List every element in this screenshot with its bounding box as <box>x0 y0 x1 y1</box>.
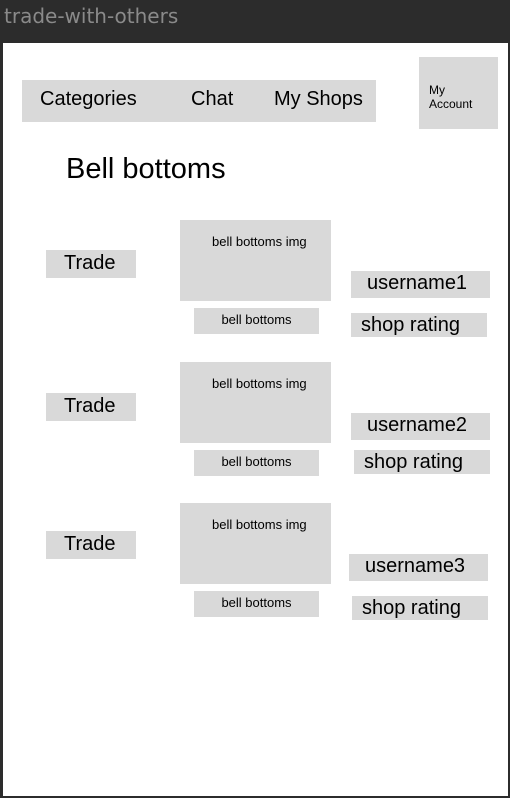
shop-rating-label: shop rating <box>362 597 461 619</box>
product-name: bell bottoms <box>221 454 292 469</box>
product-name-link[interactable]: bell bottoms <box>194 591 319 617</box>
product-image-placeholder: bell bottoms img <box>212 517 307 532</box>
trade-button-label: Trade <box>64 252 116 274</box>
top-nav-bar: Categories Chat My Shops <box>22 80 376 122</box>
shop-rating: shop rating <box>354 450 490 474</box>
seller-username-link[interactable]: username2 <box>351 413 490 440</box>
shop-rating-label: shop rating <box>364 451 463 473</box>
seller-username: username1 <box>367 272 468 294</box>
nav-item-categories[interactable]: Categories <box>40 88 137 111</box>
shop-rating-label: shop rating <box>361 314 460 336</box>
product-image[interactable]: bell bottoms img <box>180 503 331 584</box>
shop-rating: shop rating <box>351 313 487 337</box>
shop-rating: shop rating <box>352 596 488 620</box>
window-title: trade-with-others <box>4 4 179 28</box>
product-name-link[interactable]: bell bottoms <box>194 308 319 334</box>
product-image-placeholder: bell bottoms img <box>212 234 307 249</box>
window-titlebar: trade-with-others <box>0 0 510 42</box>
nav-item-my-shops[interactable]: My Shops <box>274 88 363 111</box>
trade-button[interactable]: Trade <box>46 250 136 278</box>
page-title: Bell bottoms <box>66 153 226 185</box>
seller-username-link[interactable]: username1 <box>351 271 490 298</box>
seller-username-link[interactable]: username3 <box>349 554 488 581</box>
my-account-button[interactable]: My Account <box>419 57 498 129</box>
product-image-placeholder: bell bottoms img <box>212 376 307 391</box>
app-frame: Categories Chat My Shops My Account Bell… <box>3 43 508 796</box>
product-image[interactable]: bell bottoms img <box>180 362 331 443</box>
seller-username: username3 <box>365 555 466 577</box>
product-name-link[interactable]: bell bottoms <box>194 450 319 476</box>
trade-button[interactable]: Trade <box>46 393 136 421</box>
my-account-label: My Account <box>429 83 473 111</box>
seller-username: username2 <box>367 414 468 436</box>
nav-item-chat[interactable]: Chat <box>191 88 233 111</box>
trade-button-label: Trade <box>64 395 116 417</box>
product-image[interactable]: bell bottoms img <box>180 220 331 301</box>
trade-button[interactable]: Trade <box>46 531 136 559</box>
product-name: bell bottoms <box>221 312 292 327</box>
trade-button-label: Trade <box>64 533 116 555</box>
product-name: bell bottoms <box>221 595 292 610</box>
